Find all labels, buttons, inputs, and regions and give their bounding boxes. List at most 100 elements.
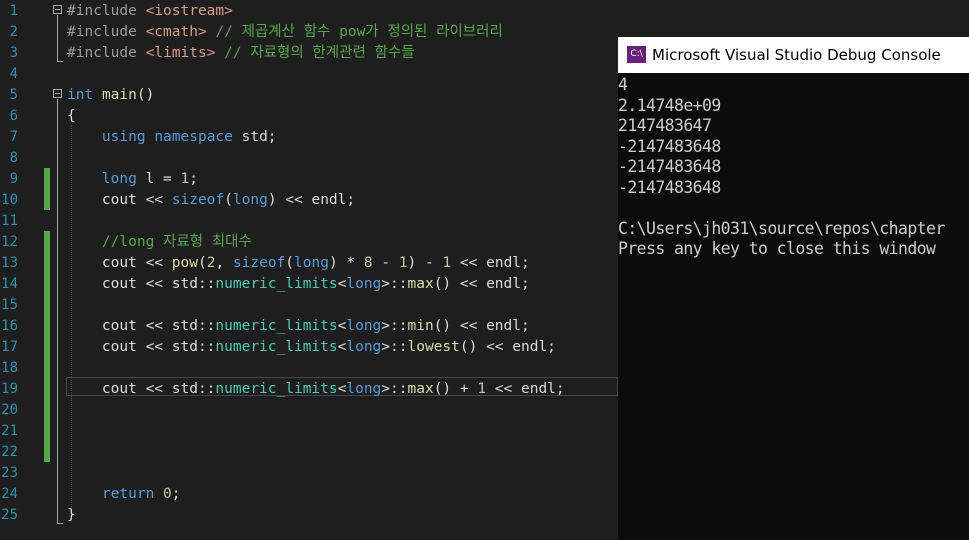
code-text: //long 자료형 최대수 — [67, 232, 252, 253]
code-token: ; — [189, 171, 198, 187]
code-token: std; — [232, 129, 277, 145]
code-token: ( — [285, 255, 295, 271]
code-line[interactable]: 11 — [0, 211, 618, 232]
code-token: >:: — [381, 318, 408, 334]
code-token: cout << — [67, 255, 172, 271]
code-line[interactable]: 10 cout << sizeof(long) << endl; — [0, 190, 618, 211]
function-token: lowest — [407, 339, 460, 355]
code-token: ( — [197, 255, 207, 271]
code-line[interactable]: 1 #include <iostream> — [0, 1, 618, 22]
console-title: Microsoft Visual Studio Debug Console — [652, 46, 941, 64]
console-output-line: Press any key to close this window — [618, 239, 936, 258]
type-token: numeric_limits — [215, 381, 338, 397]
line-number: 25 — [1, 507, 18, 523]
code-text: int main() — [67, 85, 154, 106]
code-token: , — [215, 255, 233, 271]
keyword-token: sizeof — [232, 255, 286, 271]
line-number: 21 — [1, 423, 18, 439]
code-line[interactable]: 12 //long 자료형 최대수 — [0, 232, 618, 253]
console-output-line: -2147483648 — [618, 136, 721, 156]
keyword-token: return — [101, 486, 155, 502]
keyword-token: long — [346, 381, 382, 397]
code-text: cout << std::numeric_limits<long>::min()… — [67, 316, 530, 337]
line-number: 5 — [9, 87, 18, 103]
console-output-line: -2147483648 — [618, 157, 721, 176]
code-token: () << endl; — [433, 318, 530, 334]
code-token: () + — [433, 381, 478, 397]
code-token: () << endl; — [459, 339, 556, 355]
line-number: 10 — [1, 192, 18, 208]
preprocessor-token: #include — [67, 45, 146, 61]
preprocessor-token: #include — [67, 24, 146, 40]
code-token: ; — [171, 486, 181, 502]
line-number: 4 — [9, 66, 18, 82]
code-token: - — [372, 255, 399, 271]
code-line[interactable]: 5 int main() — [0, 85, 618, 106]
code-line[interactable]: 4 — [0, 64, 618, 85]
code-line[interactable]: 2 #include <cmath> // 제곱계산 함수 pow가 정의된 라이… — [0, 22, 618, 43]
line-number: 1 — [9, 3, 18, 19]
code-line[interactable]: 3 #include <limits> // 자료형의 한계관련 함수들 — [0, 43, 618, 64]
code-token: >:: — [381, 381, 408, 397]
code-line[interactable]: 24 return 0; — [0, 484, 618, 505]
include-path-token: <iostream> — [145, 3, 233, 19]
code-line[interactable]: 21 — [0, 421, 618, 442]
include-path-token: <cmath> — [145, 24, 207, 40]
line-number: 3 — [9, 45, 18, 61]
code-line[interactable]: 19 cout << std::numeric_limits<long>::ma… — [0, 379, 618, 400]
keyword-token: long — [346, 339, 382, 355]
function-token: pow — [171, 255, 198, 271]
code-line[interactable]: 17 cout << std::numeric_limits<long>::lo… — [0, 337, 618, 358]
debug-console-window[interactable]: C:\ Microsoft Visual Studio Debug Consol… — [618, 37, 969, 540]
code-line[interactable]: 13 cout << pow(2, sizeof(long) * 8 - 1) … — [0, 253, 618, 274]
code-line[interactable]: 6{ — [0, 106, 618, 127]
code-line[interactable]: 23 — [0, 463, 618, 484]
code-token: cout << std:: — [67, 339, 216, 355]
function-token: max — [407, 381, 434, 397]
keyword-token: long — [232, 192, 268, 208]
console-output-line: 2.14748e+09 — [618, 95, 721, 115]
code-token: ( — [224, 192, 233, 208]
code-line[interactable]: 14 cout << std::numeric_limits<long>::ma… — [0, 274, 618, 295]
line-number: 22 — [1, 444, 18, 460]
comment-token: // 자료형의 한계관련 함수들 — [215, 45, 415, 61]
console-titlebar[interactable]: C:\ Microsoft Visual Studio Debug Consol… — [618, 37, 969, 73]
console-output-line: C:\Users\jh031\source\repos\chapter — [618, 218, 945, 238]
code-line[interactable]: 20 — [0, 400, 618, 421]
line-number: 8 — [9, 150, 18, 166]
include-path-token: <limits> — [145, 45, 216, 61]
console-output-line: -2147483648 — [618, 177, 721, 197]
keyword-token: using — [101, 129, 146, 145]
line-number: 2 — [9, 24, 18, 40]
line-number: 6 — [9, 108, 18, 124]
line-number: 17 — [1, 339, 18, 355]
code-token: ) << endl; — [267, 192, 356, 208]
code-line[interactable]: 9 long l = 1; — [0, 169, 618, 190]
keyword-token: long — [346, 318, 382, 334]
code-token: cout << std:: — [67, 276, 216, 292]
code-text: cout << pow(2, sizeof(long) * 8 - 1) - 1… — [67, 253, 530, 274]
line-number: 11 — [1, 213, 18, 229]
code-line[interactable]: 8 — [0, 148, 618, 169]
code-token: >:: — [381, 276, 408, 292]
code-token: cout << — [67, 192, 172, 208]
code-line[interactable]: 15 — [0, 295, 618, 316]
code-line[interactable]: 25} — [0, 505, 618, 526]
code-line[interactable]: 22 — [0, 442, 618, 463]
code-line[interactable]: 7 using namespace std; — [0, 127, 618, 148]
keyword-token: sizeof — [171, 192, 225, 208]
code-text: cout << std::numeric_limits<long>::max()… — [67, 379, 565, 400]
code-line[interactable]: 16 cout << std::numeric_limits<long>::mi… — [0, 316, 618, 337]
code-text: using namespace std; — [67, 127, 277, 148]
line-number: 12 — [1, 234, 18, 250]
code-line[interactable]: 18 — [0, 358, 618, 379]
type-token: numeric_limits — [215, 339, 338, 355]
code-editor[interactable]: 1 #include <iostream> 2 #include <cmath> //… — [0, 0, 618, 540]
code-text: cout << std::numeric_limits<long>::lowes… — [67, 337, 556, 358]
number-token: 1 — [477, 381, 487, 397]
code-token: << endl; — [451, 255, 530, 271]
